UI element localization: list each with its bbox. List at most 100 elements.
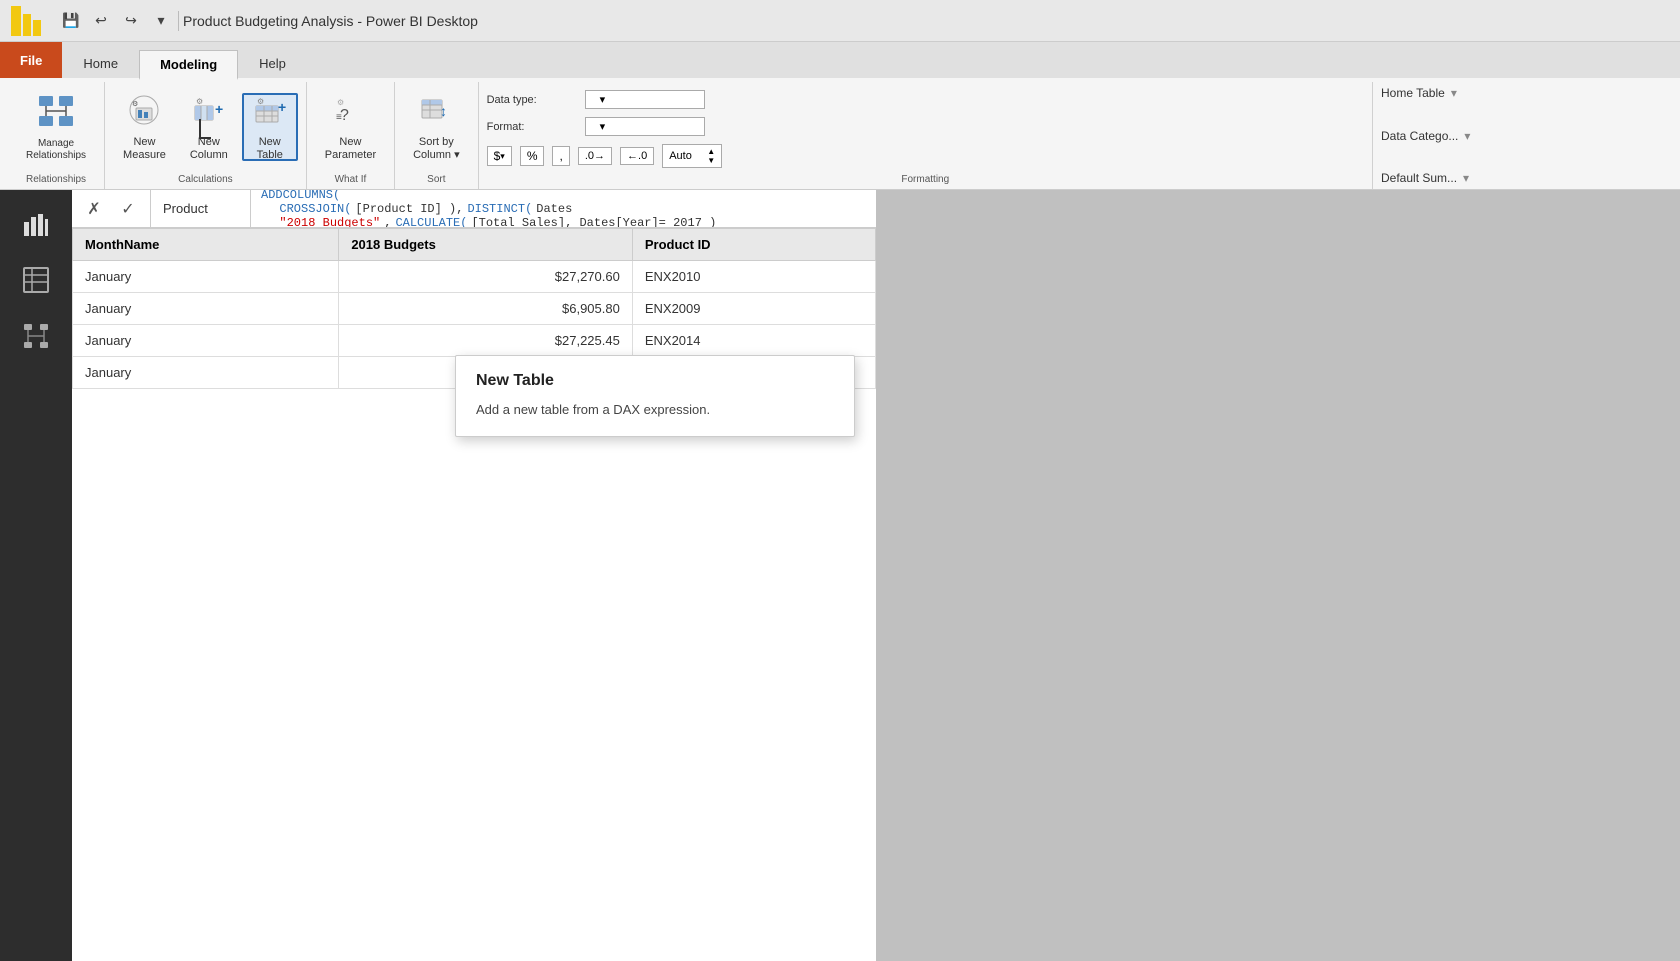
format-label: Format: [487, 121, 577, 133]
new-parameter-button[interactable]: ⚙ ? ≡ NewParameter [315, 93, 386, 161]
sort-by-column-label: Sort byColumn ▾ [413, 136, 459, 162]
cell-month-3: January [73, 325, 339, 357]
home-table-label: Home Table [1381, 86, 1445, 100]
cell-month-2: January [73, 293, 339, 325]
manage-relationships-icon [37, 92, 75, 135]
formatting-group-label: Formatting [487, 170, 1364, 189]
svg-text:⚙: ⚙ [257, 97, 264, 106]
table-header-row: MonthName 2018 Budgets Product ID [73, 229, 876, 261]
cell-product-3: ENX2014 [632, 325, 875, 357]
sort-by-column-icon: ↕ [418, 92, 454, 133]
svg-text:+: + [215, 101, 223, 117]
tab-help[interactable]: Help [238, 48, 307, 78]
default-sum-row: Default Sum... ▾ [1381, 171, 1664, 185]
tab-file[interactable]: File [0, 42, 62, 78]
new-table-button[interactable]: ⚙ + NewTable [242, 93, 298, 161]
app-logo [10, 5, 42, 37]
tooltip-body: Add a new table from a DAX expression. [476, 400, 834, 420]
format-buttons-row: $▾ % , .0→ ←.0 Auto ▲ ▼ [487, 142, 1364, 170]
comma-button[interactable]: , [552, 146, 569, 166]
formula-bar: ✗ ✓ Product ADDCOLUMNS( CROSSJOIN( [Prod… [72, 190, 876, 228]
data-category-row: Data Catego... ▾ [1381, 129, 1664, 143]
tooltip-box: New Table Add a new table from a DAX exp… [455, 355, 855, 437]
new-parameter-icon: ⚙ ? ≡ [332, 92, 368, 133]
formula-input[interactable]: ADDCOLUMNS( CROSSJOIN( [Product ID] ), D… [251, 190, 876, 227]
content-area: ✗ ✓ Product ADDCOLUMNS( CROSSJOIN( [Prod… [72, 190, 876, 961]
cell-budget-1: $27,270.60 [339, 261, 633, 293]
format-dropdown[interactable]: ▾ [585, 117, 705, 136]
auto-down[interactable]: ▼ [707, 156, 715, 165]
col-productid: Product ID [632, 229, 875, 261]
ribbon-group-whatif: ⚙ ? ≡ NewParameter What If [307, 82, 395, 189]
title-bar: 💾 ↩ ↪ ▾ Product Budgeting Analysis - Pow… [0, 0, 1680, 42]
cell-product-1: ENX2010 [632, 261, 875, 293]
sort-group-label: Sort [403, 170, 469, 189]
titlebar-actions: 💾 ↩ ↪ ▾ [58, 8, 174, 34]
new-measure-label: NewMeasure [123, 136, 166, 162]
formula-confirm-button[interactable]: ✓ [114, 195, 142, 223]
new-parameter-label: NewParameter [325, 136, 376, 162]
data-category-label: Data Catego... [1381, 129, 1458, 143]
relationships-buttons: ManageRelationships [16, 84, 96, 170]
sidebar-icon-relationship[interactable] [12, 312, 60, 360]
redo-button[interactable]: ↪ [118, 8, 144, 34]
sidebar [0, 190, 72, 961]
currency-button[interactable]: $▾ [487, 146, 512, 166]
col-monthname: MonthName [73, 229, 339, 261]
calculations-group-label: Calculations [113, 170, 298, 189]
ribbon-group-formatting: Data type: ▾ Format: ▾ $▾ % , .0→ ←.0 Au… [479, 82, 1372, 189]
auto-input[interactable]: Auto ▲ ▼ [662, 144, 722, 168]
undo-button[interactable]: ↩ [88, 8, 114, 34]
increase-decimals-button[interactable]: .0→ [578, 147, 612, 165]
cell-budget-2: $6,905.80 [339, 293, 633, 325]
formula-cancel-button[interactable]: ✗ [80, 195, 108, 223]
cell-product-2: ENX2009 [632, 293, 875, 325]
window-title: Product Budgeting Analysis - Power BI De… [183, 13, 478, 29]
ribbon-tab-bar: File Home Modeling Help [0, 42, 1680, 78]
main-area: ✗ ✓ Product ADDCOLUMNS( CROSSJOIN( [Prod… [0, 190, 1680, 961]
sort-buttons: ↕ Sort byColumn ▾ [403, 84, 469, 170]
formula-text: ADDCOLUMNS( CROSSJOIN( [Product ID] ), D… [261, 190, 866, 227]
tooltip-title: New Table [476, 372, 834, 390]
table-row: January $27,270.60 ENX2010 [73, 261, 876, 293]
sidebar-icon-barchart[interactable] [12, 200, 60, 248]
auto-up[interactable]: ▲ [707, 147, 715, 156]
cell-month-1: January [73, 261, 339, 293]
new-measure-button[interactable]: ⚙ NewMeasure [113, 93, 176, 161]
right-labels: Home Table ▾ Data Catego... ▾ Default Su… [1372, 82, 1672, 189]
relationships-group-label: Relationships [16, 170, 96, 189]
svg-text:⚙: ⚙ [132, 100, 138, 108]
new-measure-icon: ⚙ [126, 92, 162, 133]
calculations-buttons: ⚙ NewMeasure ⚙ [113, 84, 298, 170]
save-button[interactable]: 💾 [58, 8, 84, 34]
data-type-dropdown[interactable]: ▾ [585, 90, 705, 109]
whatif-group-label: What If [315, 170, 386, 189]
formula-controls: ✗ ✓ [72, 190, 151, 227]
manage-relationships-label: ManageRelationships [26, 138, 86, 162]
data-type-label: Data type: [487, 94, 577, 106]
svg-text:⚙: ⚙ [196, 97, 203, 106]
right-panel [876, 190, 1680, 961]
ribbon-content: ManageRelationships Relationships ⚙ NewM… [0, 78, 1680, 190]
svg-text:+: + [278, 99, 286, 115]
home-table-row: Home Table ▾ [1381, 86, 1664, 100]
sort-by-column-button[interactable]: ↕ Sort byColumn ▾ [403, 93, 469, 161]
cell-month-4: January [73, 357, 339, 389]
tab-modeling[interactable]: Modeling [139, 50, 238, 80]
percent-button[interactable]: % [520, 146, 545, 166]
whatif-buttons: ⚙ ? ≡ NewParameter [315, 84, 386, 170]
tab-home[interactable]: Home [62, 48, 139, 78]
table-row: January $6,905.80 ENX2009 [73, 293, 876, 325]
new-table-icon: ⚙ + [252, 92, 288, 133]
svg-text:≡: ≡ [336, 112, 342, 123]
default-sum-label: Default Sum... [1381, 171, 1457, 185]
manage-relationships-button[interactable]: ManageRelationships [16, 93, 96, 161]
sidebar-icon-table[interactable] [12, 256, 60, 304]
quick-access-dropdown[interactable]: ▾ [148, 8, 174, 34]
svg-text:⚙: ⚙ [337, 98, 344, 107]
table-area: MonthName 2018 Budgets Product ID Januar… [72, 228, 876, 961]
col-budgets: 2018 Budgets [339, 229, 633, 261]
decrease-decimals-button[interactable]: ←.0 [620, 147, 654, 165]
svg-text:↕: ↕ [440, 103, 447, 119]
data-type-row: Data type: ▾ [487, 88, 1364, 111]
